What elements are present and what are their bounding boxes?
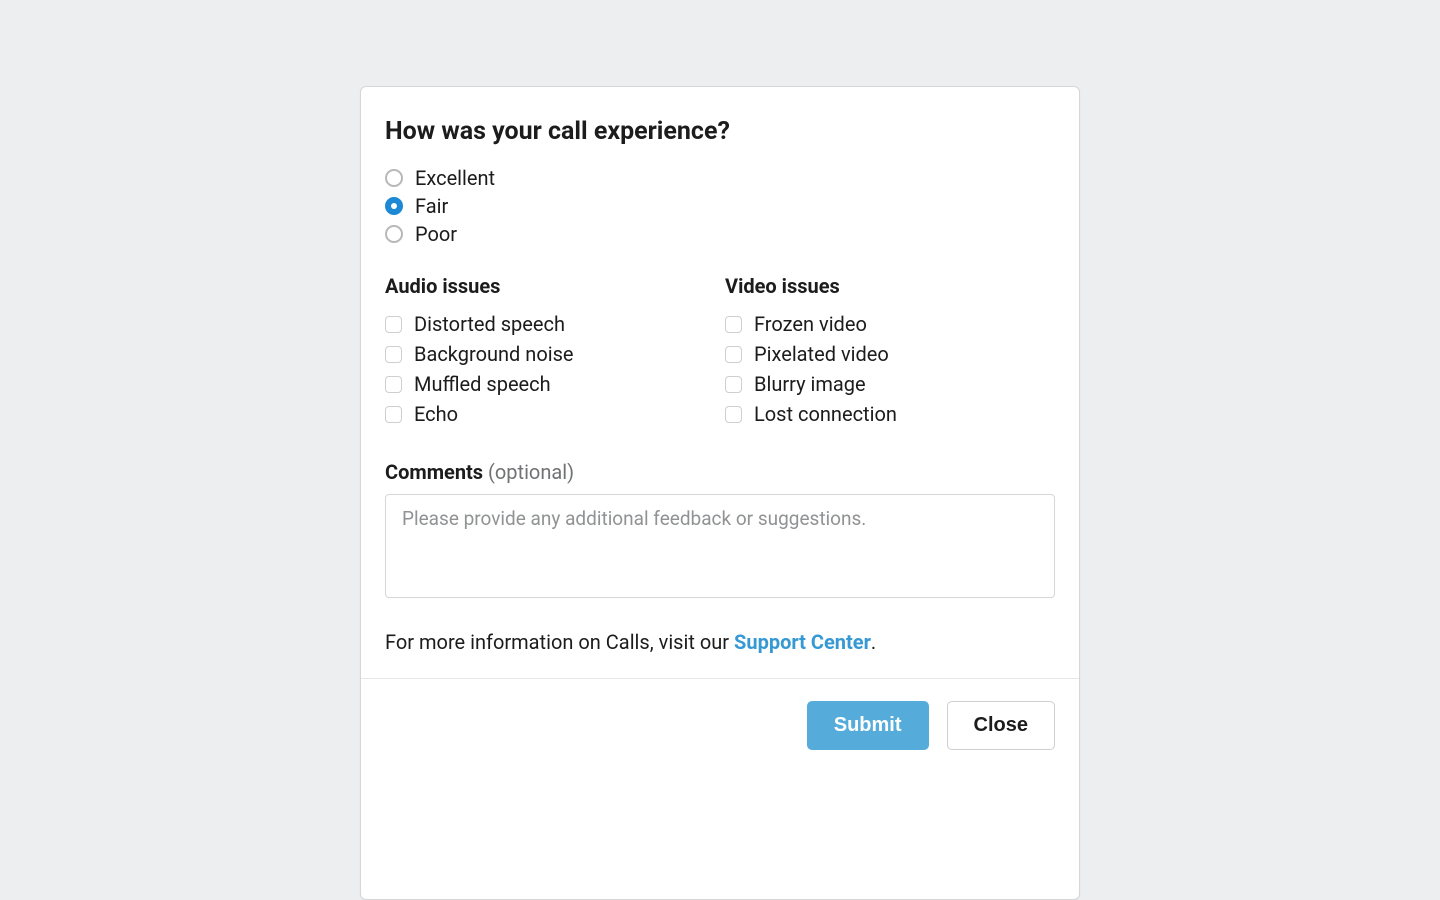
support-prefix: For more information on Calls, visit our bbox=[385, 630, 734, 654]
radio-icon bbox=[385, 169, 403, 187]
issue-columns: Audio issues Distorted speech Background… bbox=[385, 274, 1055, 432]
audio-issues-column: Audio issues Distorted speech Background… bbox=[385, 274, 715, 432]
video-issue-frozen-video[interactable]: Frozen video bbox=[725, 312, 1055, 336]
support-center-link[interactable]: Support Center bbox=[734, 630, 871, 654]
close-button[interactable]: Close bbox=[947, 701, 1055, 750]
comments-textarea[interactable] bbox=[385, 494, 1055, 598]
comments-heading-optional: (optional) bbox=[488, 460, 574, 484]
audio-issues-heading: Audio issues bbox=[385, 274, 715, 298]
video-issues-heading: Video issues bbox=[725, 274, 1055, 298]
checkbox-label: Distorted speech bbox=[414, 312, 565, 336]
checkbox-icon bbox=[385, 316, 402, 333]
checkbox-icon bbox=[725, 346, 742, 363]
rating-label: Poor bbox=[415, 222, 457, 246]
audio-issue-muffled-speech[interactable]: Muffled speech bbox=[385, 372, 715, 396]
checkbox-label: Pixelated video bbox=[754, 342, 889, 366]
rating-option-fair[interactable]: Fair bbox=[385, 194, 1055, 218]
support-suffix: . bbox=[871, 630, 876, 654]
rating-label: Excellent bbox=[415, 166, 495, 190]
rating-radio-group: Excellent Fair Poor bbox=[385, 166, 1055, 246]
support-line: For more information on Calls, visit our… bbox=[385, 630, 1055, 654]
audio-issue-distorted-speech[interactable]: Distorted speech bbox=[385, 312, 715, 336]
checkbox-icon bbox=[385, 406, 402, 423]
checkbox-icon bbox=[725, 316, 742, 333]
modal-footer: Submit Close bbox=[361, 678, 1079, 772]
call-feedback-modal: How was your call experience? Excellent … bbox=[360, 86, 1080, 900]
radio-icon bbox=[385, 225, 403, 243]
submit-button[interactable]: Submit bbox=[807, 701, 929, 750]
checkbox-label: Lost connection bbox=[754, 402, 897, 426]
rating-option-excellent[interactable]: Excellent bbox=[385, 166, 1055, 190]
checkbox-icon bbox=[385, 376, 402, 393]
checkbox-label: Frozen video bbox=[754, 312, 867, 336]
checkbox-label: Muffled speech bbox=[414, 372, 551, 396]
checkbox-label: Echo bbox=[414, 402, 458, 426]
checkbox-label: Background noise bbox=[414, 342, 574, 366]
comments-heading-bold: Comments bbox=[385, 460, 483, 484]
modal-title: How was your call experience? bbox=[385, 117, 1055, 146]
comments-heading: Comments (optional) bbox=[385, 460, 1055, 484]
video-issue-lost-connection[interactable]: Lost connection bbox=[725, 402, 1055, 426]
radio-icon bbox=[385, 197, 403, 215]
rating-option-poor[interactable]: Poor bbox=[385, 222, 1055, 246]
checkbox-label: Blurry image bbox=[754, 372, 866, 396]
video-issue-pixelated-video[interactable]: Pixelated video bbox=[725, 342, 1055, 366]
checkbox-icon bbox=[385, 346, 402, 363]
checkbox-icon bbox=[725, 376, 742, 393]
audio-issue-background-noise[interactable]: Background noise bbox=[385, 342, 715, 366]
rating-label: Fair bbox=[415, 194, 448, 218]
checkbox-icon bbox=[725, 406, 742, 423]
video-issue-blurry-image[interactable]: Blurry image bbox=[725, 372, 1055, 396]
audio-issue-echo[interactable]: Echo bbox=[385, 402, 715, 426]
video-issues-column: Video issues Frozen video Pixelated vide… bbox=[725, 274, 1055, 432]
modal-body: How was your call experience? Excellent … bbox=[361, 87, 1079, 678]
